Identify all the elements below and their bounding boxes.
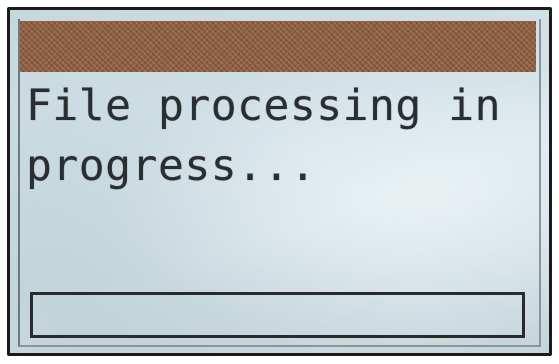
progress-bar [30,292,525,338]
status-message: File processing in progress... [26,81,501,191]
device-frame: File processing in progress... [0,0,559,364]
title-bar [20,21,536,72]
lcd-screen: File processing in progress... [7,7,552,356]
